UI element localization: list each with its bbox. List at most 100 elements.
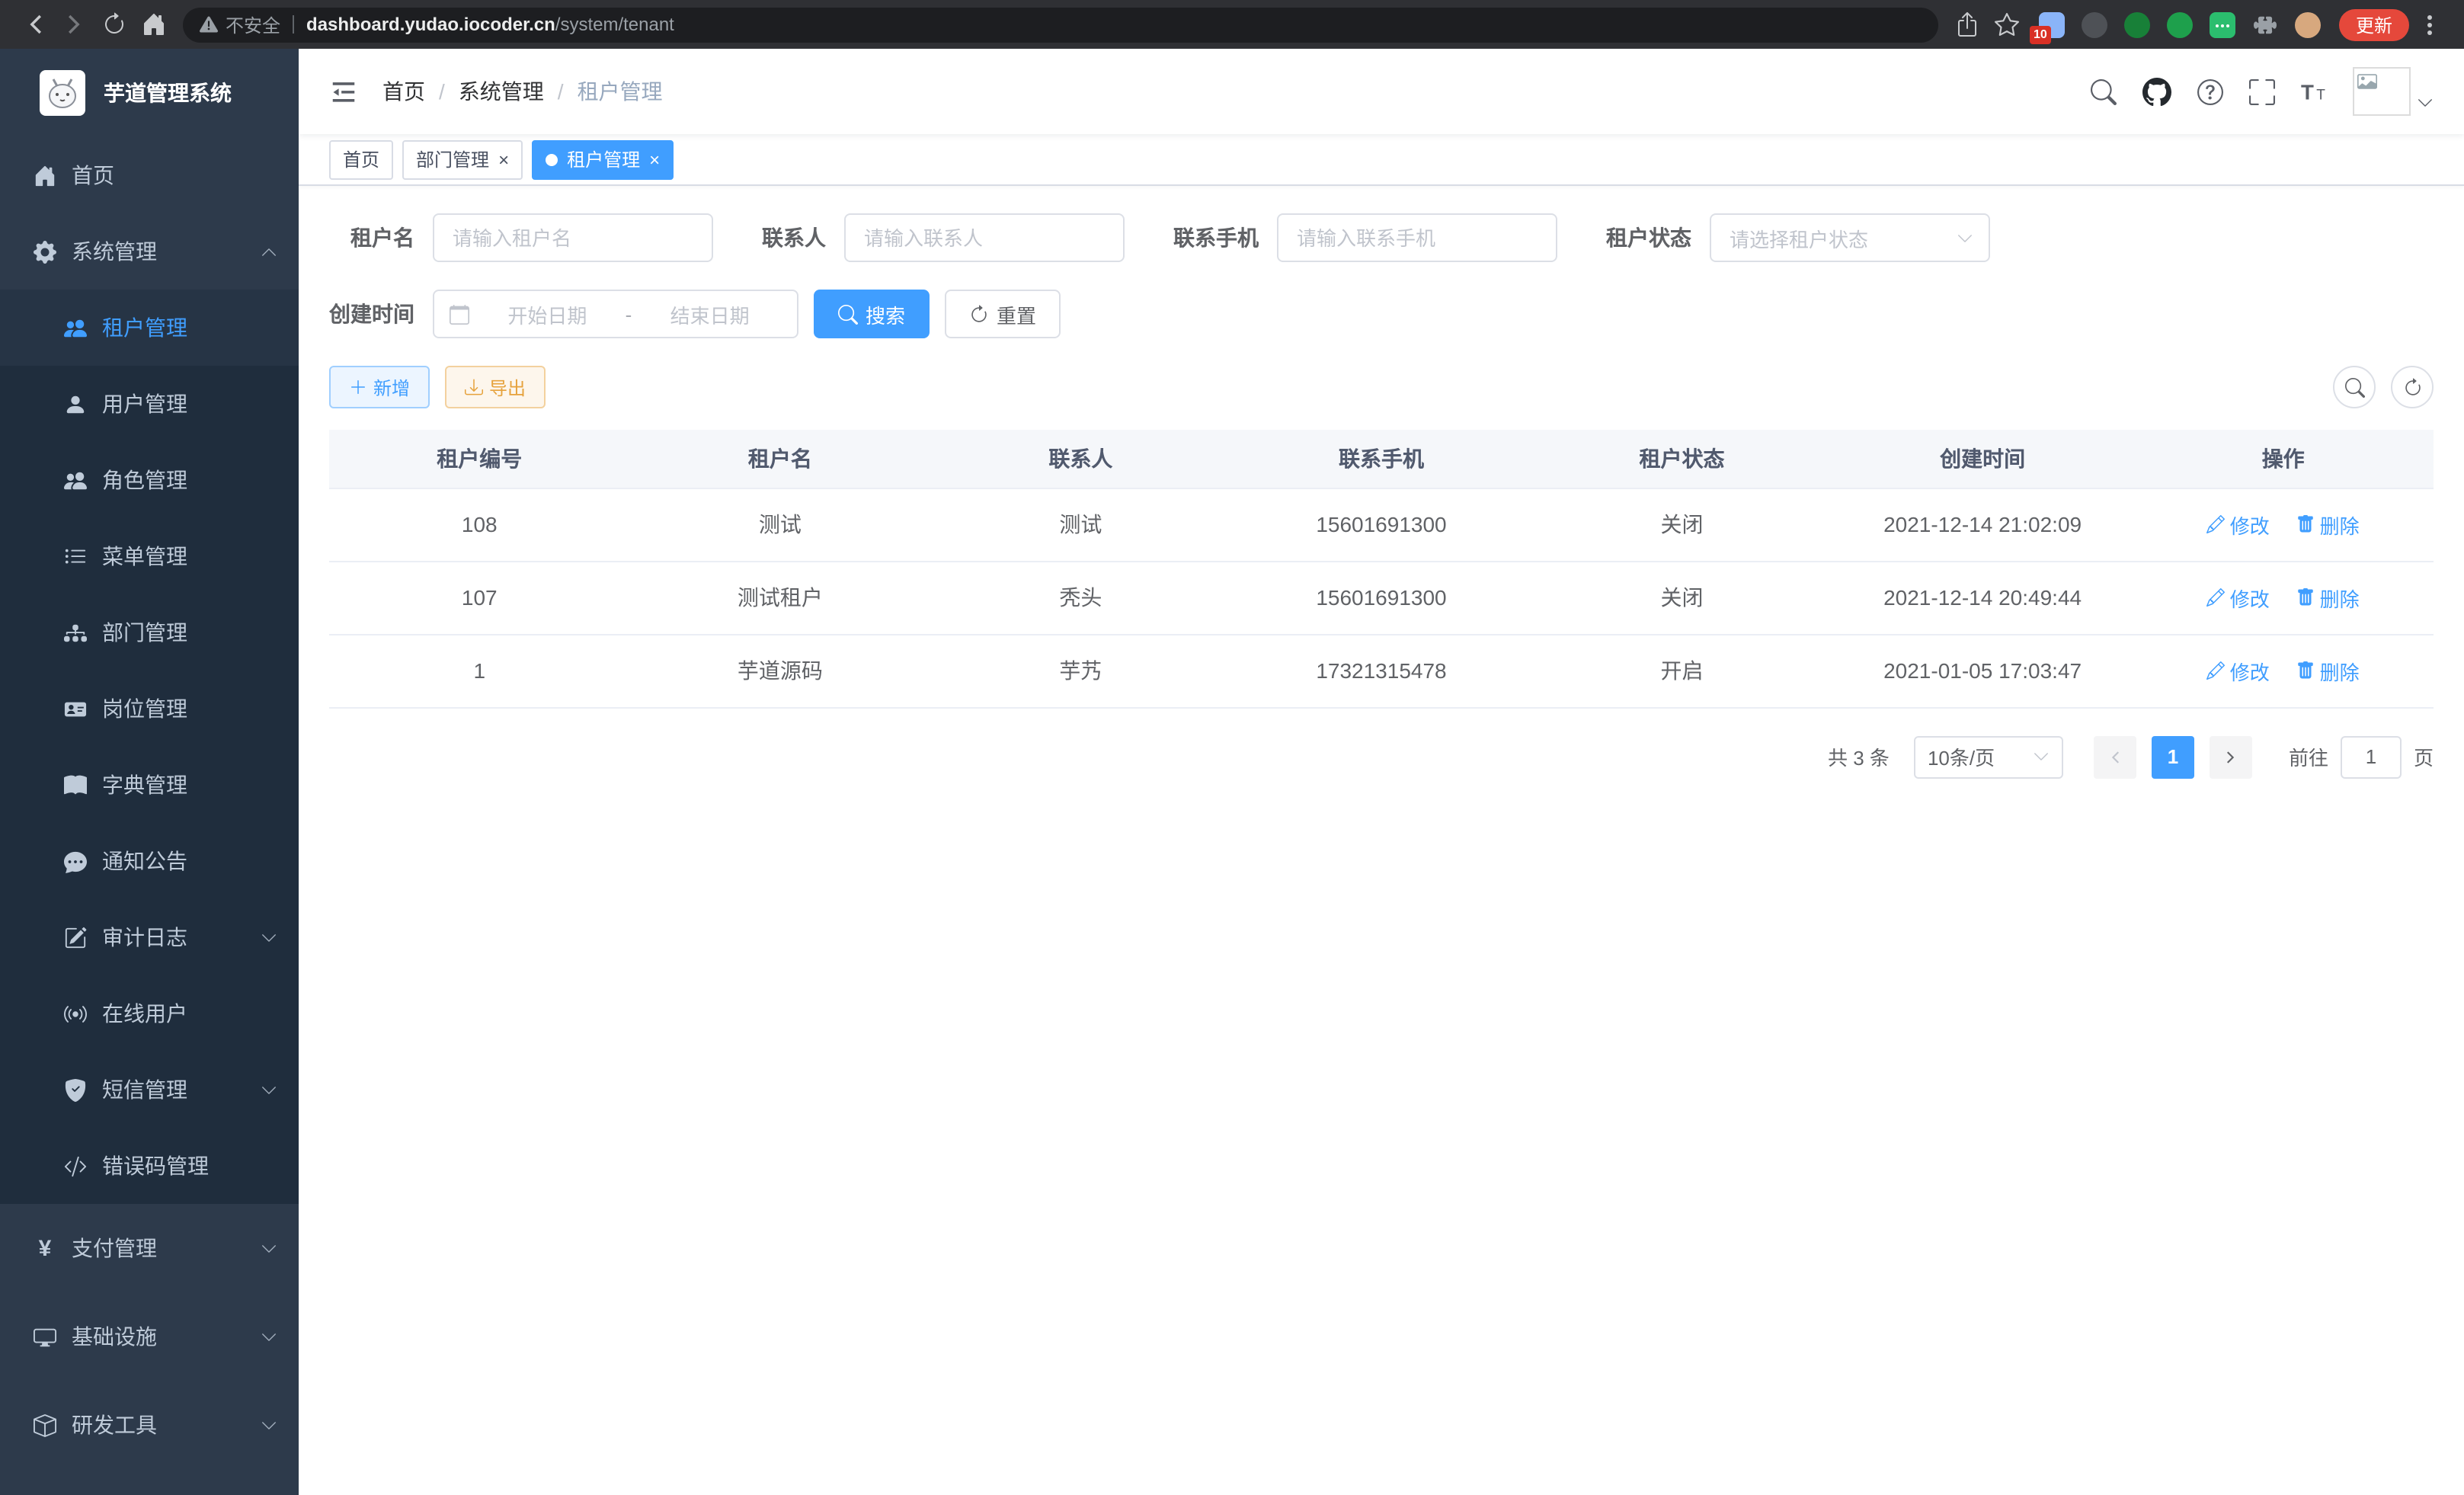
extension-icon[interactable]: 10	[2039, 11, 2065, 37]
extension-icon[interactable]	[2295, 11, 2321, 37]
user-icon	[64, 392, 87, 415]
breadcrumb-item[interactable]: 系统管理	[459, 76, 544, 107]
toggle-search-button[interactable]	[2333, 366, 2376, 408]
sidebar-item-role-management[interactable]: 角色管理	[0, 442, 299, 518]
fullscreen-icon[interactable]	[2249, 78, 2275, 104]
extension-icon[interactable]	[2210, 11, 2235, 37]
sidebar-item-notice[interactable]: 通知公告	[0, 823, 299, 899]
sidebar-item-infrastructure[interactable]: 基础设施	[0, 1292, 299, 1381]
sidebar-item-home[interactable]: 首页	[0, 137, 299, 213]
cell-status: 关闭	[1531, 561, 1832, 634]
sidebar-item-system-management[interactable]: 系统管理	[0, 213, 299, 290]
sidebar-toggle-icon[interactable]	[329, 77, 358, 106]
search-button[interactable]: 搜索	[814, 290, 930, 338]
table-toolbar: 新增 导出	[329, 366, 2434, 408]
status-label: 租户状态	[1606, 222, 1691, 253]
audit-log-icon	[64, 926, 87, 949]
sidebar-item-user-management[interactable]: 用户管理	[0, 366, 299, 442]
cell-phone: 15601691300	[1231, 488, 1532, 561]
delete-link[interactable]: 删除	[2297, 583, 2360, 612]
share-icon	[1955, 12, 1979, 37]
browser-home-button[interactable]	[134, 5, 174, 44]
announcement-icon	[64, 850, 87, 872]
user-avatar[interactable]	[2353, 67, 2434, 116]
status-select[interactable]: 请选择租户状态	[1710, 213, 1990, 262]
app-logo[interactable]: 芋道管理系统	[0, 49, 299, 137]
tab-dept-management[interactable]: 部门管理 ×	[402, 139, 523, 179]
browser-forward-button[interactable]	[55, 5, 94, 44]
tenant-table: 租户编号 租户名 联系人 联系手机 租户状态 创建时间 操作 108 测试 测试…	[329, 430, 2434, 708]
sidebar-item-sms-management[interactable]: 短信管理	[0, 1052, 299, 1128]
breadcrumb-item[interactable]: 首页	[382, 76, 425, 107]
sidebar-item-post-management[interactable]: 岗位管理	[0, 671, 299, 747]
cell-contact: 测试	[930, 488, 1231, 561]
sidebar-item-payment[interactable]: ¥ 支付管理	[0, 1204, 299, 1292]
search-button-label: 搜索	[866, 299, 905, 328]
browser-reload-button[interactable]	[94, 5, 134, 44]
tab-tenant-management[interactable]: 租户管理 ×	[532, 139, 674, 179]
forward-icon	[62, 12, 87, 37]
add-button[interactable]: 新增	[329, 366, 430, 408]
export-button[interactable]: 导出	[445, 366, 546, 408]
github-icon[interactable]	[2142, 77, 2171, 106]
sidebar-item-dict-management[interactable]: 字典管理	[0, 747, 299, 823]
refresh-table-button[interactable]	[2391, 366, 2434, 408]
edit-link[interactable]: 修改	[2207, 510, 2270, 539]
app-title: 芋道管理系统	[104, 78, 232, 108]
address-bar[interactable]: 不安全 dashboard.yudao.iocoder.cn/system/te…	[183, 7, 1938, 42]
chevron-down-icon	[261, 1081, 277, 1098]
extension-icon[interactable]	[2082, 11, 2107, 37]
date-range-picker[interactable]: 开始日期 - 结束日期	[433, 290, 798, 338]
next-page-button[interactable]	[2210, 735, 2252, 778]
close-tab-icon[interactable]: ×	[649, 150, 660, 168]
phone-input[interactable]	[1277, 213, 1557, 262]
delete-link[interactable]: 删除	[2297, 510, 2360, 539]
share-button[interactable]	[1947, 5, 1987, 44]
browser-back-button[interactable]	[15, 5, 55, 44]
delete-link[interactable]: 删除	[2297, 656, 2360, 685]
tab-home[interactable]: 首页	[329, 139, 393, 179]
logo-image	[40, 70, 85, 116]
question-icon[interactable]	[2197, 78, 2223, 104]
bookmark-star-button[interactable]	[1987, 5, 2027, 44]
font-size-icon[interactable]	[2301, 78, 2327, 104]
active-tab-dot	[546, 153, 558, 165]
edit-link[interactable]: 修改	[2207, 583, 2270, 612]
extension-icon[interactable]	[2167, 11, 2193, 37]
extension-icon[interactable]	[2124, 11, 2150, 37]
close-tab-icon[interactable]: ×	[498, 150, 509, 168]
sidebar-item-dept-management[interactable]: 部门管理	[0, 594, 299, 671]
menu-label: 角色管理	[102, 465, 187, 495]
menu-label: 岗位管理	[102, 693, 187, 724]
goto-page-input[interactable]	[2341, 735, 2402, 778]
contact-input[interactable]	[844, 213, 1125, 262]
cell-phone: 17321315478	[1231, 634, 1532, 707]
prev-page-button[interactable]	[2094, 735, 2136, 778]
search-icon[interactable]	[2091, 78, 2117, 104]
sidebar-item-audit-log[interactable]: 审计日志	[0, 899, 299, 975]
sidebar-item-error-code[interactable]: 错误码管理	[0, 1128, 299, 1204]
cell-status: 开启	[1531, 634, 1832, 707]
reset-button[interactable]: 重置	[945, 290, 1061, 338]
contact-label: 联系人	[762, 222, 826, 253]
filter-row-2: 创建时间 开始日期 - 结束日期 搜索 重置	[329, 290, 2434, 338]
cell-actions: 修改 删除	[2133, 488, 2434, 561]
page-size-select[interactable]: 10条/页	[1914, 735, 2063, 778]
gear-icon	[34, 240, 56, 263]
monitor-icon	[34, 1325, 56, 1348]
page-number-button[interactable]: 1	[2152, 735, 2194, 778]
sidebar-item-tenant-management[interactable]: 租户管理	[0, 290, 299, 366]
tenant-name-input[interactable]	[433, 213, 713, 262]
sidebar-item-online-users[interactable]: 在线用户	[0, 975, 299, 1052]
pencil-icon	[2207, 515, 2226, 533]
sidebar-item-menu-management[interactable]: 菜单管理	[0, 518, 299, 594]
puzzle-icon[interactable]	[2252, 11, 2278, 37]
tags-view: 首页 部门管理 × 租户管理 ×	[299, 134, 2464, 186]
edit-link[interactable]: 修改	[2207, 656, 2270, 685]
browser-menu-button[interactable]	[2409, 5, 2449, 44]
sidebar-item-dev-tools[interactable]: 研发工具	[0, 1381, 299, 1469]
browser-toolbar: 不安全 dashboard.yudao.iocoder.cn/system/te…	[0, 0, 2464, 49]
browser-update-button[interactable]: 更新	[2339, 8, 2409, 40]
table-header-row: 租户编号 租户名 联系人 联系手机 租户状态 创建时间 操作	[329, 430, 2434, 488]
chevron-down-icon	[261, 1240, 277, 1257]
